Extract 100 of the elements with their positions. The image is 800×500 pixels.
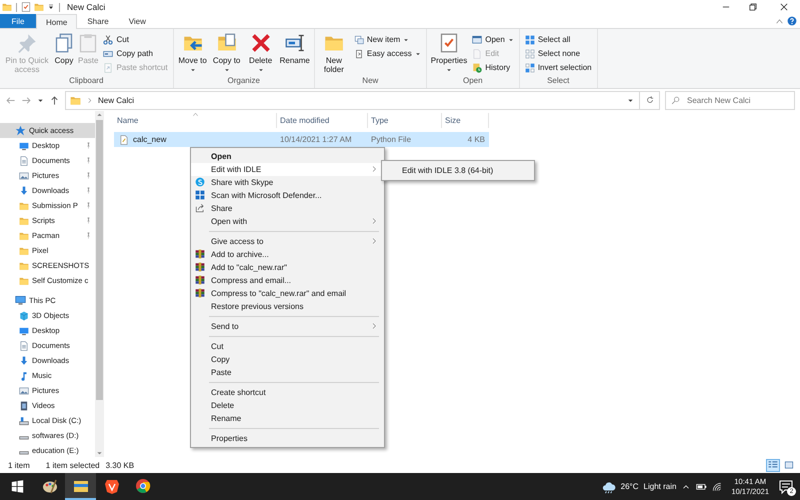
file-menu-button[interactable]: File (0, 14, 36, 28)
menu-item[interactable]: Add to archive... (191, 248, 384, 261)
download-icon (19, 356, 29, 366)
caret-up-icon[interactable] (775, 16, 784, 26)
ribbon-button[interactable]: Select all (522, 33, 594, 46)
scrollbar[interactable] (95, 111, 104, 457)
menu-item[interactable]: Compress and email... (191, 274, 384, 287)
books-icon (195, 288, 205, 298)
copy-icon (54, 33, 74, 53)
selection-size: 3.30 KB (106, 460, 134, 470)
ribbon-button[interactable]: Copy to (210, 31, 243, 74)
music-icon (19, 370, 29, 380)
menu-item[interactable]: Add to "calc_new.rar" (191, 261, 384, 274)
help-icon[interactable] (787, 16, 797, 26)
easy-access-icon (354, 48, 364, 58)
scroll-down-icon[interactable] (96, 450, 103, 457)
picture-icon (19, 386, 29, 396)
scissors-icon (103, 34, 114, 44)
menu-item[interactable]: Compress to "calc_new.rar" and email (191, 287, 384, 300)
file-row[interactable]: calc_new 10/14/2021 1:27 AM Python File 4 KB (114, 132, 489, 147)
table-cell-text: 10/14/2021 1:27 AM (279, 134, 353, 146)
menu-item[interactable]: Send to (191, 320, 384, 333)
menu-item[interactable]: Rename (191, 412, 384, 425)
skype-icon (195, 177, 205, 187)
view-button[interactable] (766, 458, 780, 472)
column-header[interactable]: Name (114, 113, 277, 128)
ribbon-button[interactable]: New folder (318, 31, 350, 74)
address-bar[interactable]: New Calci (65, 90, 660, 110)
menu-item[interactable]: Share with Skype (191, 176, 384, 189)
column-header[interactable]: Type (368, 113, 442, 128)
menu-item[interactable]: Share (191, 202, 384, 215)
folder-icon (19, 200, 29, 210)
caret-icon (258, 66, 264, 73)
up-arrow-icon[interactable] (49, 94, 60, 106)
cube-icon (19, 310, 29, 320)
refresh-icon[interactable] (644, 95, 654, 105)
menu-item[interactable]: Open (191, 150, 384, 163)
ribbon-button[interactable]: Easy access (352, 47, 423, 60)
ribbon-button[interactable]: Open (470, 33, 516, 46)
ribbon-tab[interactable]: Home (36, 14, 78, 29)
star-icon (15, 125, 26, 136)
ribbon-button[interactable]: Select none (522, 47, 594, 60)
taskbar-app[interactable] (65, 473, 96, 500)
customize-caret-icon[interactable] (47, 3, 55, 11)
books-icon (195, 249, 205, 259)
ribbon-button[interactable]: Invert selection (522, 61, 594, 74)
table-cell-text: Python File (370, 134, 412, 146)
menu-item[interactable]: Copy (191, 353, 384, 366)
menu-item[interactable]: Properties (191, 432, 384, 445)
ribbon-button[interactable]: Delete (244, 31, 277, 74)
ribbon-button[interactable]: Rename (278, 31, 311, 65)
breadcrumb[interactable]: New Calci (98, 96, 622, 104)
details-view-icon (768, 460, 778, 470)
column-header[interactable]: Size (442, 113, 489, 128)
menu-item[interactable]: Scan with Microsoft Defender... (191, 189, 384, 202)
clipboard-icon (78, 33, 98, 53)
scrollbar-thumb[interactable] (96, 120, 103, 400)
rename-icon (284, 33, 305, 53)
history-icon (472, 62, 482, 72)
column-header[interactable]: Date modified (277, 113, 368, 128)
menu-item[interactable]: Delete (191, 399, 384, 412)
ribbon-button[interactable]: Cut (101, 33, 170, 46)
menu-item[interactable]: Paste (191, 366, 384, 379)
large-icons-view-icon (784, 460, 794, 470)
window-title: New Calci (67, 2, 106, 12)
ribbon-button[interactable]: Copy path (101, 47, 170, 60)
properties-icon[interactable] (21, 2, 31, 12)
ribbon-button[interactable]: Copy (53, 31, 75, 65)
ribbon-button[interactable]: History (470, 61, 516, 74)
signal-icon[interactable] (712, 482, 722, 492)
restore-icon (748, 2, 758, 12)
menu-item[interactable]: Edit with IDLE (191, 163, 384, 176)
ribbon-tab[interactable]: Share (77, 14, 119, 28)
scroll-up-icon[interactable] (96, 111, 103, 118)
close-icon (779, 2, 789, 12)
ribbon-tab[interactable]: View (118, 14, 156, 28)
folder-icon (19, 276, 29, 286)
weather-condition[interactable]: Light rain (644, 482, 676, 491)
temperature[interactable]: 26°C (620, 482, 639, 491)
notification-icon[interactable] (778, 478, 794, 494)
menu-item[interactable]: Give access to (191, 235, 384, 248)
menu-item[interactable]: Edit with IDLE 3.8 (64-bit) (384, 164, 532, 177)
menu-item[interactable]: Restore previous versions (191, 300, 384, 313)
ribbon-button[interactable]: Move to (176, 31, 209, 74)
cloud-icon[interactable] (602, 480, 616, 494)
caret-icon (414, 50, 421, 56)
document-icon (19, 340, 29, 350)
caret-icon[interactable] (627, 96, 634, 104)
ribbon-button[interactable]: New item (352, 33, 423, 46)
search-field[interactable]: Search New Calci (665, 90, 795, 110)
menu-item[interactable]: Create shortcut (191, 386, 384, 399)
chevron-right-icon[interactable] (86, 96, 93, 104)
view-button[interactable] (782, 458, 796, 472)
menu-item[interactable]: Open with (191, 215, 384, 228)
caret-icon[interactable] (37, 96, 44, 104)
battery-icon[interactable] (696, 481, 708, 492)
folder-icon (19, 230, 29, 240)
ribbon-button[interactable]: Properties (430, 31, 468, 74)
caret-icon (403, 36, 410, 42)
menu-item[interactable]: Cut (191, 340, 384, 353)
